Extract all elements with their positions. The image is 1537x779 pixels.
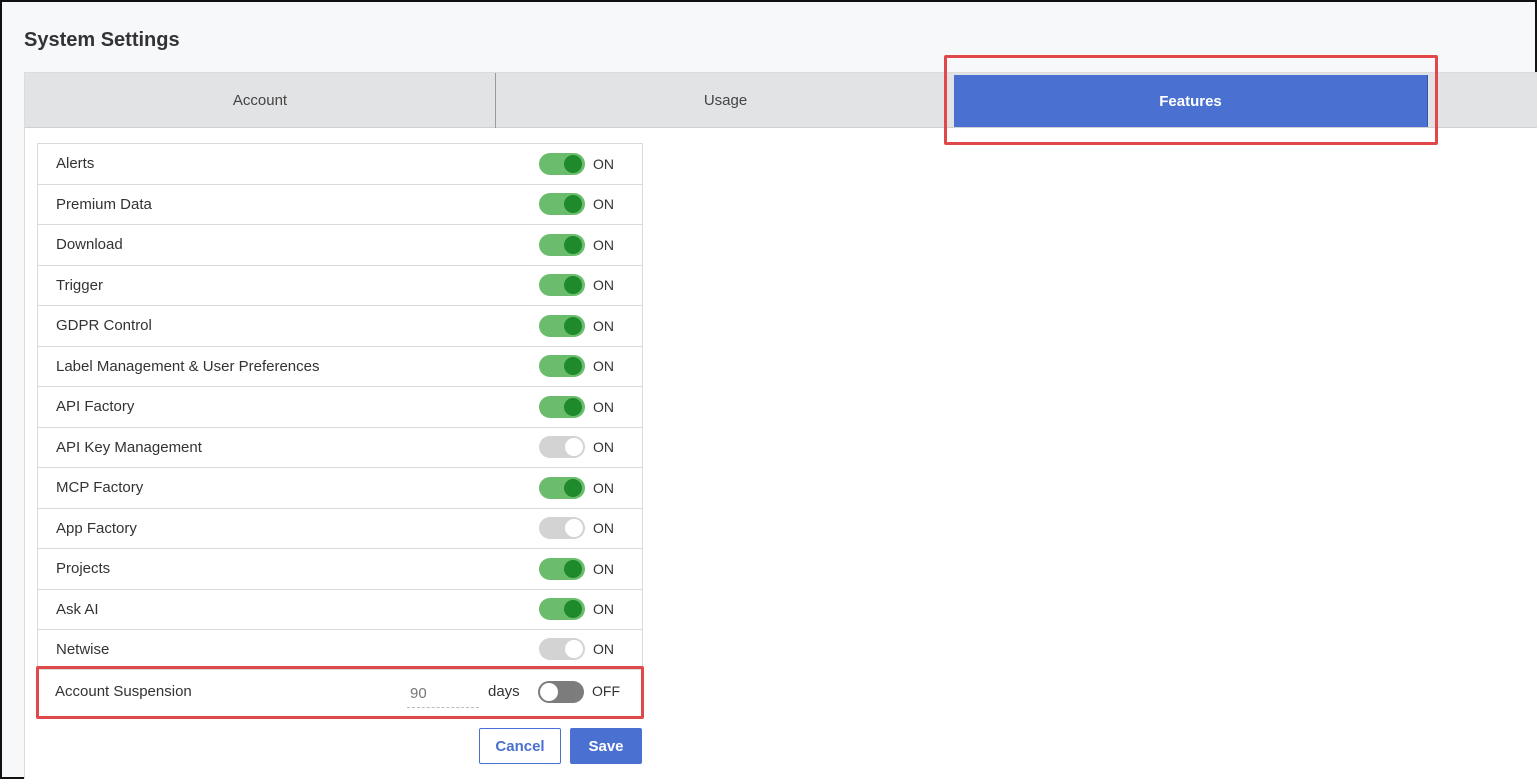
- feature-state: ON: [593, 601, 614, 618]
- feature-label: Alerts: [56, 155, 95, 173]
- account-suspension-row: Account Suspension days OFF: [37, 670, 643, 715]
- feature-row-mcp-factory: MCP Factory ON: [37, 467, 643, 508]
- feature-label: Label Management & User Preferences: [56, 357, 320, 375]
- toggle-knob: [564, 235, 582, 254]
- account-suspension-toggle[interactable]: [538, 681, 584, 703]
- toggle-knob: [565, 519, 583, 538]
- toggle-knob: [564, 195, 582, 214]
- label-management-user-preferences-toggle[interactable]: [539, 355, 585, 378]
- tab-usage[interactable]: Usage: [497, 73, 954, 128]
- toggle-knob: [540, 683, 558, 701]
- ask-ai-toggle[interactable]: [539, 598, 585, 621]
- feature-state: ON: [593, 398, 614, 415]
- feature-state: ON: [593, 196, 614, 213]
- feature-row-app-factory: App Factory ON: [37, 507, 643, 548]
- toggle-knob: [564, 478, 582, 497]
- feature-state: ON: [593, 641, 614, 658]
- feature-state: ON: [593, 277, 614, 294]
- mcp-factory-toggle[interactable]: [539, 476, 585, 499]
- feature-state: ON: [593, 236, 614, 253]
- netwise-toggle: [539, 638, 585, 661]
- download-toggle[interactable]: [539, 233, 585, 256]
- tab-bar: Account Usage Features: [25, 73, 1537, 128]
- cancel-button[interactable]: Cancel: [479, 728, 561, 764]
- app-factory-toggle: [539, 517, 585, 540]
- feature-row-api-key-management: API Key Management ON: [37, 426, 643, 467]
- feature-row-gdpr-control: GDPR Control ON: [37, 305, 643, 346]
- tab-account[interactable]: Account: [25, 73, 496, 128]
- gdpr-control-toggle[interactable]: [539, 314, 585, 337]
- feature-row-netwise: Netwise ON: [37, 629, 643, 670]
- toggle-knob: [564, 559, 582, 578]
- toggle-knob: [564, 276, 582, 295]
- feature-label: API Factory: [56, 398, 135, 416]
- feature-state: ON: [593, 155, 614, 172]
- account-suspension-state: OFF: [592, 683, 620, 699]
- toggle-knob: [564, 397, 582, 416]
- feature-label: Netwise: [56, 640, 110, 658]
- page-title: System Settings: [24, 29, 180, 51]
- premium-data-toggle[interactable]: [539, 193, 585, 216]
- account-suspension-label: Account Suspension: [55, 683, 192, 700]
- trigger-toggle[interactable]: [539, 274, 585, 297]
- feature-label: App Factory: [56, 519, 137, 537]
- feature-row-ask-ai: Ask AI ON: [37, 588, 643, 629]
- feature-label: Projects: [56, 560, 111, 578]
- feature-label: GDPR Control: [56, 317, 152, 335]
- suspension-days-input[interactable]: [407, 680, 479, 708]
- feature-row-api-factory: API Factory ON: [37, 386, 643, 427]
- feature-state: ON: [593, 479, 614, 496]
- feature-state: ON: [593, 439, 614, 456]
- save-button[interactable]: Save: [570, 728, 642, 764]
- feature-row-trigger: Trigger ON: [37, 264, 643, 305]
- feature-label: Trigger: [56, 276, 103, 294]
- feature-label: API Key Management: [56, 438, 202, 456]
- tab-features[interactable]: Features: [954, 75, 1428, 127]
- feature-state: ON: [593, 358, 614, 375]
- feature-label: Ask AI: [56, 600, 99, 618]
- toggle-knob: [564, 600, 582, 619]
- feature-state: ON: [593, 560, 614, 577]
- toggle-knob: [565, 438, 583, 457]
- feature-row-download: Download ON: [37, 224, 643, 265]
- projects-toggle[interactable]: [539, 557, 585, 580]
- feature-label: Premium Data: [56, 195, 152, 213]
- feature-label: Download: [56, 236, 123, 254]
- feature-state: ON: [593, 317, 614, 334]
- alerts-toggle[interactable]: [539, 152, 585, 175]
- feature-row-projects: Projects ON: [37, 548, 643, 589]
- feature-row-premium-data: Premium Data ON: [37, 183, 643, 224]
- toggle-knob: [564, 316, 582, 335]
- api-factory-toggle[interactable]: [539, 395, 585, 418]
- api-key-management-toggle: [539, 436, 585, 459]
- feature-state: ON: [593, 520, 614, 537]
- toggle-knob: [564, 154, 582, 173]
- feature-row-label-management-user-preferences: Label Management & User Preferences ON: [37, 345, 643, 386]
- feature-list: Alerts ON Premium Data ON Download ON Trigger O…: [37, 143, 643, 670]
- toggle-knob: [565, 640, 583, 659]
- days-unit-label: days: [488, 683, 520, 700]
- feature-row-alerts: Alerts ON: [37, 143, 643, 184]
- toggle-knob: [564, 357, 582, 376]
- feature-label: MCP Factory: [56, 479, 144, 497]
